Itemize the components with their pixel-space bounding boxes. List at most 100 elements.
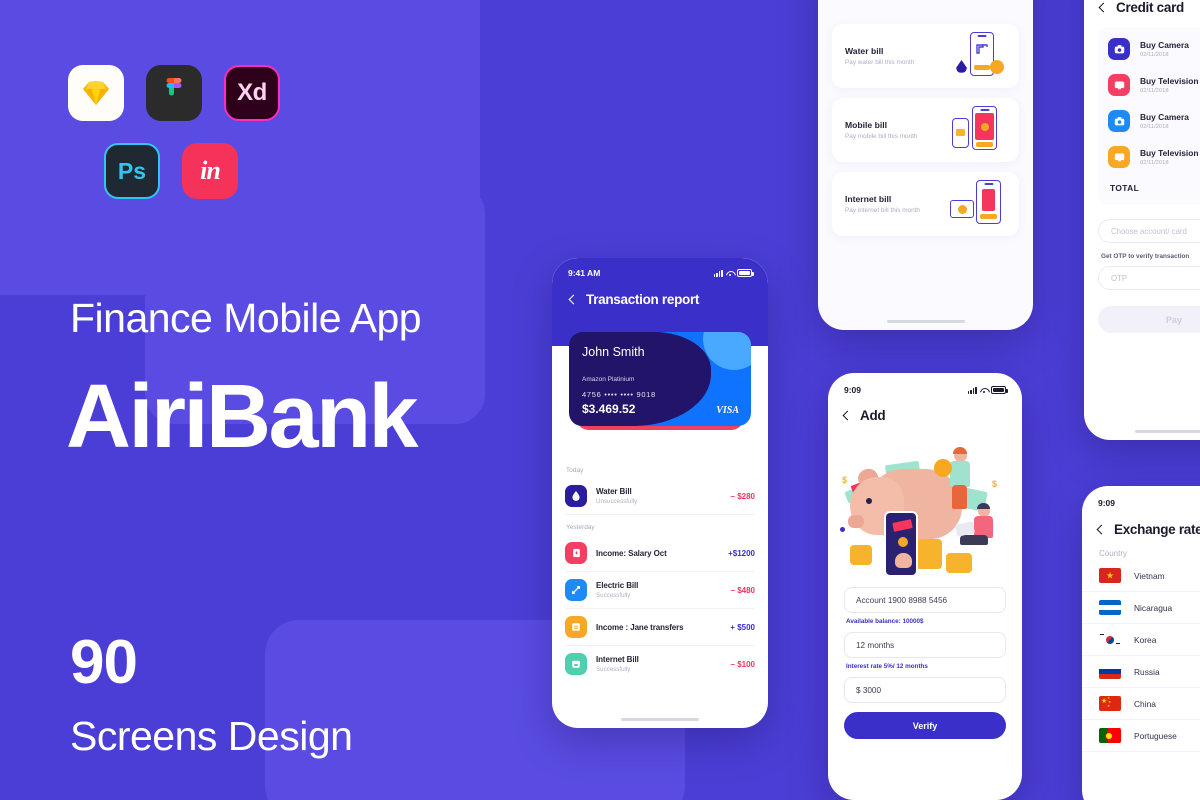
list-item[interactable]: Korea (1082, 624, 1200, 656)
screens-count: 90 (70, 628, 138, 697)
hero-section: Xd Ps in Finance Mobile App AiriBank 90 … (66, 0, 588, 800)
signal-icon (713, 269, 723, 277)
exchange-nav: Exchange rate (1082, 508, 1200, 537)
invision-icon: in (182, 143, 238, 199)
visa-logo: VISA (716, 405, 739, 416)
card-holder-name: John Smith (582, 345, 645, 359)
bill-subtitle: Pay water bill this month (845, 59, 915, 66)
account-field[interactable]: Account 1900 8988 5456 (844, 587, 1006, 613)
amount-field[interactable]: $ 3000 (844, 677, 1006, 703)
list-item[interactable]: Nicaragua (1082, 592, 1200, 624)
pay-button[interactable]: Pay (1098, 306, 1200, 333)
home-indicator (886, 319, 965, 323)
country-name: Russia (1134, 666, 1160, 677)
balance-hint: Available balance: 10000$ (846, 618, 924, 625)
nav-title: Transaction report (586, 292, 700, 307)
bill-card-mobile[interactable]: Mobile bill Pay mobile bill this month (832, 98, 1019, 162)
back-chevron-icon[interactable] (842, 410, 853, 421)
transaction-amount: + $500 (730, 622, 755, 632)
nav-title: Add (860, 408, 886, 423)
pig-eye (866, 498, 872, 504)
table-row[interactable]: Buy Camera 02/11/2018 (1108, 103, 1200, 139)
otp-label: Get OTP to verify transaction (1101, 253, 1190, 260)
camera-icon (1108, 38, 1130, 60)
list-item[interactable]: ★ ★ ★ ★ China (1082, 688, 1200, 720)
group-label-yesterday: Yesterday (566, 524, 595, 531)
list-item[interactable]: Russia (1082, 656, 1200, 688)
home-indicator (1135, 429, 1200, 433)
pig-snout (848, 515, 864, 528)
card-number: 4756 •••• •••• 9018 (582, 390, 656, 399)
transaction-amount: +$1200 (728, 548, 755, 558)
list-item[interactable]: ★ Vietnam (1082, 560, 1200, 592)
transaction-title: Income: Salary Oct (596, 548, 667, 558)
transaction-amount: – $280 (730, 491, 755, 501)
poster-canvas: Xd Ps in Finance Mobile App AiriBank 90 … (0, 0, 1200, 800)
piggy-bank-illustration: $ $ (828, 427, 1022, 587)
country-name: Korea (1134, 634, 1157, 645)
list-item[interactable]: Portuguese (1082, 720, 1200, 752)
table-row[interactable]: Buy Television 02/11/2018 (1108, 67, 1200, 103)
status-time: 9:09 (1098, 498, 1116, 508)
flag-korea-icon (1099, 632, 1121, 647)
battery-icon (991, 386, 1008, 394)
table-row[interactable]: Income: Salary Oct +$1200 (565, 535, 755, 572)
photoshop-label: Ps (117, 157, 147, 184)
mobile-bill-illustration (948, 104, 1006, 156)
table-row[interactable]: Income : Jane transfers + $500 (565, 609, 755, 646)
status-bar: 9:09 (828, 373, 1022, 395)
adobe-xd-icon: Xd (224, 65, 280, 121)
tv-icon (1108, 146, 1130, 168)
term-field[interactable]: 12 months (844, 632, 1006, 658)
country-name: Vietnam (1134, 570, 1165, 581)
table-row[interactable]: Electric Bill Successfully – $480 (565, 572, 755, 609)
country-name: China (1134, 698, 1156, 709)
add-nav: Add (828, 395, 1022, 423)
account-select[interactable]: Choose account/ card (1098, 219, 1200, 243)
back-chevron-icon[interactable] (1098, 2, 1109, 13)
status-icons (967, 386, 1008, 394)
battery-icon (737, 269, 754, 277)
transactions-list: Today Water Bill Unsuccessfully – $280 Y… (552, 458, 768, 708)
transaction-date: 02/11/2018 (1140, 124, 1169, 130)
status-icons (713, 269, 754, 277)
water-bill-illustration (948, 30, 1006, 82)
status-time: 9:09 (844, 385, 862, 395)
tool-icons-row-1: Xd (68, 65, 280, 121)
transaction-date: 02/11/2018 (1140, 160, 1169, 166)
credit-card-widget[interactable]: John Smith Amazon Platinium 4756 •••• ••… (552, 324, 768, 444)
transaction-title: Water Bill (596, 487, 632, 497)
credit-card-nav: Credit card (1084, 0, 1200, 15)
phone-bills-screen: Water bill Pay water bill this month Mob… (818, 0, 1033, 330)
table-row[interactable]: Buy Camera 02/11/2018 (1108, 31, 1200, 67)
sketch-icon (68, 65, 124, 121)
transaction-status: Unsuccessfully (596, 497, 638, 505)
signal-icon (967, 386, 977, 394)
tool-icons-row-2: Ps in (104, 143, 238, 199)
otp-input[interactable]: OTP (1098, 266, 1200, 290)
bill-title: Internet bill (845, 194, 892, 204)
verify-button[interactable]: Verify (844, 712, 1006, 739)
bill-card-water[interactable]: Water bill Pay water bill this month (832, 24, 1019, 88)
water-drop-icon (565, 485, 587, 507)
table-row[interactable]: Water Bill Unsuccessfully – $280 (565, 478, 755, 515)
savings-form: Account 1900 8988 5456 Available balance… (828, 587, 1022, 739)
invision-label: in (200, 156, 221, 185)
flag-china-icon: ★ ★ ★ ★ (1099, 696, 1121, 711)
table-row[interactable]: Buy Television 02/11/2018 (1108, 139, 1200, 175)
country-name: Portuguese (1134, 730, 1177, 741)
back-chevron-icon[interactable] (1096, 524, 1107, 535)
phone-transaction-report-screen: 9:41 AM Transaction report John Smith Am… (552, 258, 768, 728)
flag-russia-icon (1099, 664, 1121, 679)
table-row[interactable]: Internet Bill Successfully – $100 (565, 646, 755, 682)
phone-add-savings-screen: 9:09 Add $ $ Account 1900 8988 5456 Avai… (828, 373, 1022, 800)
transaction-title: Buy Television (1140, 148, 1199, 158)
transaction-amount: – $480 (730, 585, 755, 595)
credit-payment-form: Choose account/ card Get OTP to verify t… (1084, 205, 1200, 333)
transaction-title: Buy Television (1140, 76, 1199, 86)
bank-card: John Smith Amazon Platinium 4756 •••• ••… (569, 332, 751, 426)
bill-card-internet[interactable]: Internet bill Pay internet bill this mon… (832, 172, 1019, 236)
wifi-icon (726, 270, 734, 277)
flag-portugal-icon (1099, 728, 1121, 743)
back-chevron-icon[interactable] (568, 294, 579, 305)
